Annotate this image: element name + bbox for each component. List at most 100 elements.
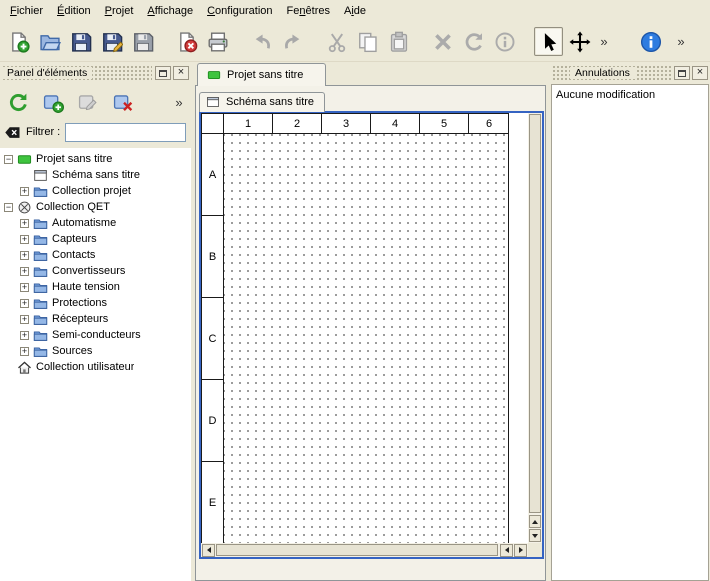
tree-item-collection-utilisateur[interactable]: Collection utilisateur (0, 359, 191, 375)
tab-schema[interactable]: Schéma sans titre (199, 92, 325, 112)
save-as-button[interactable] (97, 27, 126, 56)
menu-fichier[interactable]: Fichier (3, 2, 50, 21)
print-button[interactable] (203, 27, 232, 56)
paste-icon (388, 31, 410, 53)
select-arrow-button[interactable] (534, 27, 563, 56)
rotate-button[interactable] (459, 27, 488, 56)
menu-affichage[interactable]: Affichage (140, 2, 200, 21)
copy-button[interactable] (353, 27, 382, 56)
tree-item-recepteurs[interactable]: +Récepteurs (0, 311, 191, 327)
save-button[interactable] (66, 27, 95, 56)
about-button[interactable] (636, 27, 665, 56)
menu-aide[interactable]: Aide (337, 2, 373, 21)
tree-item-protections[interactable]: +Protections (0, 295, 191, 311)
paste-button[interactable] (384, 27, 413, 56)
info-button[interactable] (490, 27, 519, 56)
expand-icon[interactable]: + (20, 267, 29, 276)
tree-item-label: Collection projet (52, 185, 131, 197)
toolbar-overflow-button[interactable]: » (596, 27, 612, 56)
tree-item-projet-sans-titre[interactable]: −Projet sans titre (0, 151, 191, 167)
project-tab-label: Projet sans titre (227, 69, 303, 81)
scroll-right-button[interactable] (514, 544, 527, 557)
expand-icon[interactable]: + (20, 283, 29, 292)
tree-item-collection-projet[interactable]: + Collection projet (0, 183, 191, 199)
menu-projet[interactable]: Projet (98, 2, 141, 21)
delete-icon (432, 31, 454, 53)
toolbar-group-about (636, 27, 667, 56)
delete-element-button[interactable] (109, 88, 137, 116)
tab-project[interactable]: Projet sans titre (197, 63, 326, 86)
expand-icon[interactable]: + (20, 331, 29, 340)
cut-icon (326, 31, 348, 53)
scroll-down-button[interactable] (529, 529, 541, 542)
undo-empty-label: Aucune modification (556, 87, 704, 103)
tree-item-contacts[interactable]: +Contacts (0, 247, 191, 263)
tree-item-collection-qet[interactable]: −Collection QET (0, 199, 191, 215)
scroll-left-button-2[interactable] (500, 544, 513, 557)
filter-input[interactable] (65, 123, 186, 142)
clear-filter-icon[interactable] (4, 124, 21, 141)
save-all-button[interactable] (128, 27, 157, 56)
redo-button[interactable] (278, 27, 307, 56)
tree-item-automatisme[interactable]: +Automatisme (0, 215, 191, 231)
delete-button[interactable] (428, 27, 457, 56)
undo-history-list[interactable]: Aucune modification (551, 84, 709, 581)
row-headers: ABCDE (202, 134, 224, 543)
menu-edition[interactable]: Édition (50, 2, 98, 21)
close-panel-button[interactable]: × (692, 66, 708, 80)
undo-button[interactable] (247, 27, 276, 56)
collapse-icon[interactable]: − (4, 155, 13, 164)
expand-icon[interactable]: + (20, 251, 29, 260)
tree-item-schema-sans-titre[interactable]: Schéma sans titre (0, 167, 191, 183)
expand-icon[interactable]: + (20, 315, 29, 324)
diagram-sheet: 123456 ABCDE (201, 113, 528, 543)
toolbar-overflow-button[interactable]: » (673, 27, 689, 56)
vertical-scrollbar[interactable] (528, 113, 542, 543)
horizontal-scrollbar[interactable] (201, 543, 528, 557)
menu-fenetres[interactable]: Fenêtres (280, 2, 337, 21)
tree-item-label: Collection utilisateur (36, 361, 134, 373)
close-icon: × (697, 67, 703, 78)
undo-panel-header[interactable]: Annulations × (552, 65, 708, 81)
cut-button[interactable] (322, 27, 351, 56)
scroll-up-button[interactable] (529, 515, 541, 528)
elements-panel-header[interactable]: Panel d'éléments × (2, 65, 189, 81)
schema-tab-label: Schéma sans titre (226, 96, 314, 108)
expand-icon[interactable]: + (20, 187, 29, 196)
toolbar-group-file (4, 27, 159, 56)
new-element-button[interactable] (39, 88, 67, 116)
tree-item-capteurs[interactable]: +Capteurs (0, 231, 191, 247)
menu-configuration[interactable]: Configuration (200, 2, 279, 21)
expand-icon[interactable]: + (20, 235, 29, 244)
close-panel-button[interactable]: × (173, 66, 189, 80)
vertical-scrollbar-thumb[interactable] (529, 114, 541, 513)
application-window: FichierÉditionProjetAffichageConfigurati… (0, 0, 710, 581)
float-panel-button[interactable] (674, 66, 690, 80)
move-button[interactable] (565, 27, 594, 56)
tree-item-sources[interactable]: +Sources (0, 343, 191, 359)
elements-panel-controls: × (152, 66, 189, 80)
diagram-view[interactable]: 123456 ABCDE (199, 111, 544, 559)
expand-icon[interactable]: + (20, 347, 29, 356)
expand-icon[interactable]: + (20, 299, 29, 308)
new-file-button[interactable] (4, 27, 33, 56)
panel-overflow-button[interactable]: » (171, 88, 187, 116)
tree-item-semi-conducteurs[interactable]: +Semi-conducteurs (0, 327, 191, 343)
arrow-right-icon (519, 547, 523, 553)
collapse-icon[interactable]: − (4, 203, 13, 212)
expand-icon[interactable]: + (20, 219, 29, 228)
workspace: Projet sans titre Schéma sans titre 1234… (195, 62, 546, 581)
folder-icon (33, 344, 48, 359)
float-panel-button[interactable] (155, 66, 171, 80)
edit-element-button[interactable] (74, 88, 102, 116)
toolbar-group-extension: » (673, 27, 691, 56)
tree-item-haute-tension[interactable]: +Haute tension (0, 279, 191, 295)
open-file-button[interactable] (35, 27, 64, 56)
scroll-left-button[interactable] (202, 544, 215, 557)
reload-collections-button[interactable] (4, 88, 32, 116)
horizontal-scrollbar-thumb[interactable] (216, 544, 498, 556)
diagram-grid[interactable] (224, 134, 508, 543)
tree-item-convertisseurs[interactable]: +Convertisseurs (0, 263, 191, 279)
toolbar-group-edit (428, 27, 521, 56)
close-file-button[interactable] (172, 27, 201, 56)
